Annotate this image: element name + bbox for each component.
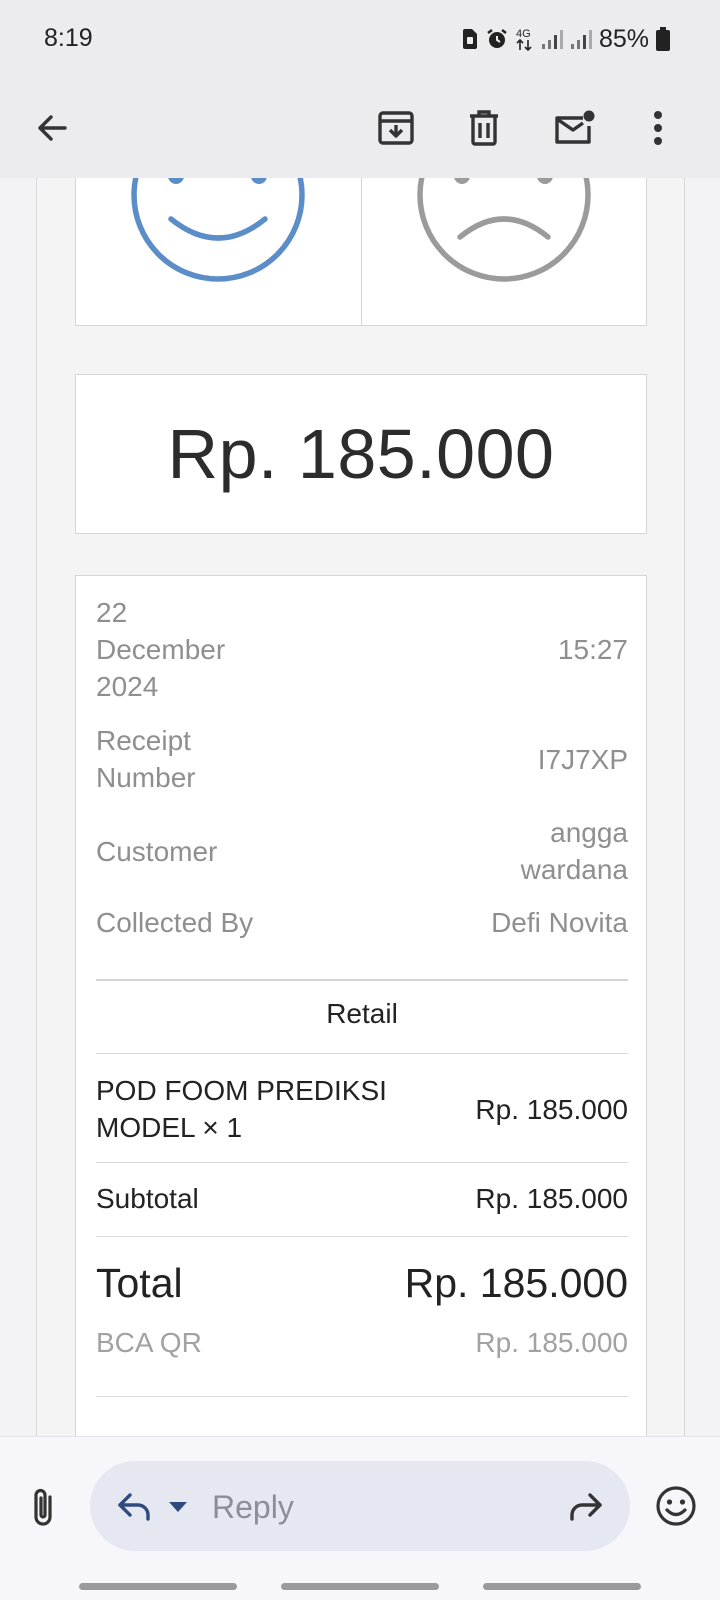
date-month: December [96, 634, 226, 665]
total-value: Rp. 185.000 [404, 1260, 628, 1306]
delete-button[interactable] [452, 96, 516, 160]
email-body[interactable]: Rp. 185.000 22 December 2024 15:27 Recei… [0, 178, 720, 1436]
payment-method: BCA QR [96, 1327, 202, 1358]
status-bar: 8:19 4G 85% [0, 0, 720, 80]
smiley-happy-icon [131, 178, 305, 282]
collected-by-label: Collected By [96, 907, 254, 938]
reply-placeholder: Reply [212, 1489, 294, 1525]
trash-icon [470, 110, 498, 146]
archive-button[interactable] [364, 96, 428, 160]
receipt-time: 15:27 [557, 634, 628, 665]
paperclip-icon [34, 1488, 52, 1526]
payment-row: BCA QR Rp. 185.000 [96, 1324, 628, 1361]
divider [96, 1053, 628, 1054]
date-day: 22 [96, 597, 128, 628]
network-label: 4G [516, 28, 531, 40]
mark-unread-button[interactable] [542, 96, 606, 160]
back-button[interactable] [20, 96, 84, 160]
reply-icon[interactable] [114, 1489, 154, 1525]
customer-row: Customer angga wardana [96, 814, 628, 888]
signal-1-icon [541, 30, 563, 49]
payment-value: Rp. 185.000 [475, 1327, 628, 1358]
date-year: 2024 [96, 671, 159, 702]
receipt-amount: Rp. 185.000 [167, 415, 555, 493]
line-item-row: POD FOOM PREDIKSI MODEL × 1 Rp. 185.000 [96, 1072, 628, 1146]
date-row: 22 December 2024 15:27 [96, 594, 628, 705]
smiley-sad-icon [417, 178, 591, 282]
receipt-date: 22 December 2024 [96, 594, 225, 705]
battery-percent: 85% [598, 24, 649, 53]
amount-box: Rp. 185.000 [75, 374, 647, 534]
line-item-name: POD FOOM PREDIKSI MODEL × 1 [96, 1075, 387, 1143]
feedback-row [75, 178, 647, 326]
feedback-positive-button[interactable] [76, 178, 361, 325]
divider [96, 1236, 628, 1237]
divider [96, 979, 628, 981]
collected-by-row: Collected By Defi Novita [96, 904, 628, 941]
divider [96, 1162, 628, 1163]
attach-button[interactable] [24, 1485, 64, 1529]
line-item-price: Rp. 185.000 [475, 1093, 628, 1125]
more-vertical-icon [654, 111, 662, 145]
total-row: Total Rp. 185.000 [96, 1258, 628, 1308]
receipt-card: 22 December 2024 15:27 Receipt Number I7… [75, 575, 647, 1436]
reply-field[interactable]: Reply [90, 1461, 630, 1551]
nav-pill[interactable] [281, 1583, 439, 1590]
alarm-icon [487, 29, 507, 48]
emoji-button[interactable] [655, 1485, 697, 1527]
arrow-left-icon [38, 115, 67, 141]
reply-bar: Reply [0, 1436, 720, 1600]
divider [96, 1396, 628, 1397]
signal-2-icon [570, 30, 592, 49]
network-4g-icon: 4G [516, 28, 532, 52]
status-icons: 4G 85% [462, 24, 670, 54]
email-toolbar [0, 80, 720, 178]
more-options-button[interactable] [626, 96, 690, 160]
subtotal-label: Subtotal [96, 1183, 199, 1214]
receipt-number-label: Receipt Number [96, 725, 196, 793]
email-content-frame: Rp. 185.000 22 December 2024 15:27 Recei… [36, 178, 685, 1436]
total-label: Total [96, 1260, 183, 1306]
customer-name: angga wardana [520, 817, 628, 885]
archive-icon [378, 111, 414, 145]
caret-down-icon[interactable] [168, 1501, 188, 1513]
collected-by-value: Defi Novita [491, 907, 628, 938]
nav-pill[interactable] [79, 1583, 237, 1590]
subtotal-row: Subtotal Rp. 185.000 [96, 1180, 628, 1217]
receipt-number-value: I7J7XP [537, 743, 628, 775]
nav-pill[interactable] [483, 1583, 641, 1590]
battery-icon [656, 27, 670, 51]
receipt-number-row: Receipt Number I7J7XP [96, 722, 628, 796]
status-time: 8:19 [44, 24, 93, 52]
sim-icon [462, 29, 477, 49]
forward-icon[interactable] [566, 1489, 606, 1525]
subtotal-value: Rp. 185.000 [475, 1183, 628, 1214]
emoji-icon [656, 1486, 696, 1526]
section-title: Retail [326, 998, 398, 1029]
feedback-negative-button[interactable] [360, 178, 647, 325]
customer-label: Customer [96, 835, 218, 867]
mail-unread-icon [555, 110, 595, 144]
